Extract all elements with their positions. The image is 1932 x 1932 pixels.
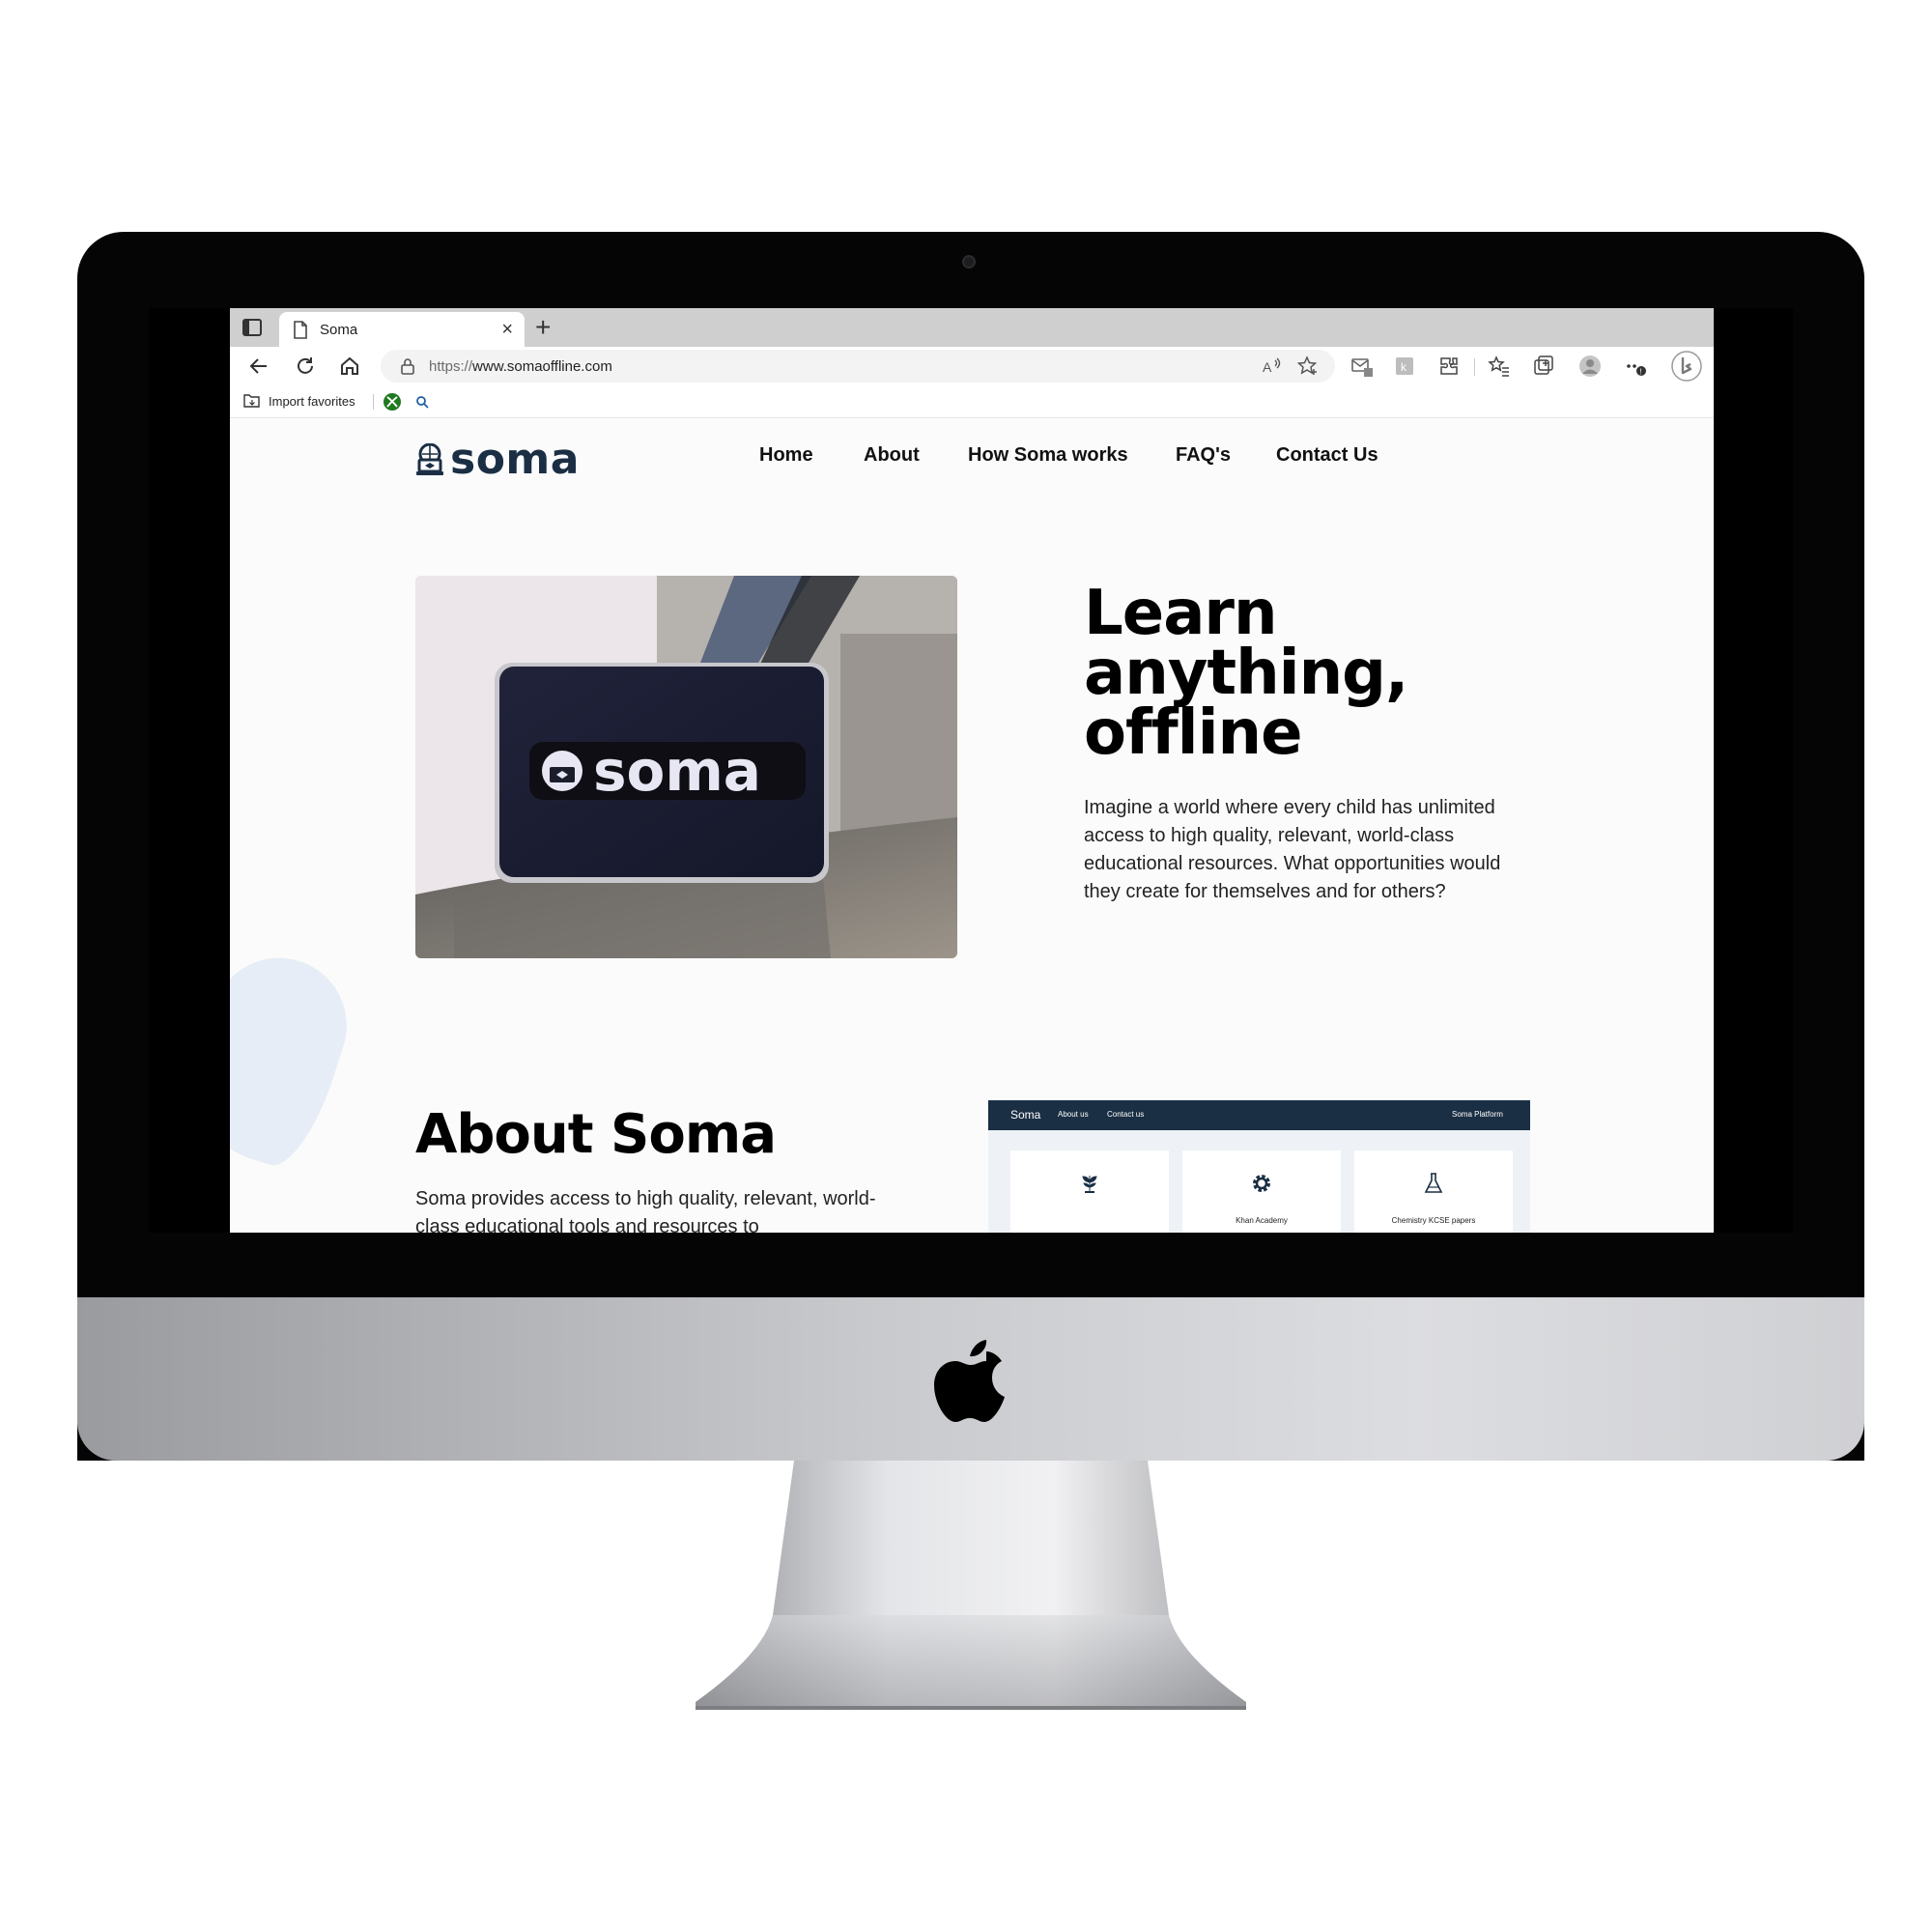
mail-extension-icon[interactable] — [1350, 355, 1374, 378]
import-favorites-link[interactable]: Import favorites — [243, 393, 355, 409]
browser-toolbar: https://www.somaoffline.com A k ! — [230, 347, 1714, 385]
xbox-icon[interactable] — [383, 392, 402, 412]
add-favorite-icon[interactable] — [1296, 355, 1320, 378]
webcam — [962, 255, 976, 269]
url-protocol: https:// — [429, 358, 473, 375]
svg-text:k: k — [1401, 360, 1407, 374]
tab-actions-icon[interactable] — [242, 318, 263, 337]
platform-preview: Soma About us Contact us Soma Platform K… — [988, 1100, 1530, 1233]
flask-icon — [1424, 1173, 1443, 1193]
nav-about[interactable]: About — [864, 444, 920, 467]
preview-link-about: About us — [1058, 1110, 1089, 1119]
preview-card: Chemistry KCSE papers — [1354, 1151, 1513, 1233]
hero-title-line: anything, — [1084, 638, 1408, 709]
hero-description: Imagine a world where every child has un… — [1084, 797, 1501, 902]
hero-title-line: Learn — [1084, 578, 1278, 649]
collections-icon[interactable] — [1532, 355, 1555, 378]
svg-text:A: A — [1263, 359, 1272, 375]
tab-bar: Soma × + — [230, 308, 1714, 347]
apple-logo-icon — [934, 1340, 1005, 1422]
extension-k-icon[interactable]: k — [1393, 355, 1416, 378]
site-logo[interactable]: soma — [415, 435, 580, 484]
decorative-blob — [230, 940, 365, 1176]
soma-logo-icon — [416, 442, 443, 475]
preview-card-label: Khan Academy — [1236, 1216, 1288, 1225]
more-menu-icon[interactable]: ! — [1625, 355, 1648, 378]
new-tab-button[interactable]: + — [535, 312, 551, 343]
soma-device-photo: soma — [415, 576, 957, 958]
home-icon[interactable] — [338, 355, 361, 378]
refresh-icon[interactable] — [294, 355, 317, 378]
favorites-separator — [373, 394, 374, 410]
mockup-stage: Soma × + https://www.somaoffline.com A k… — [0, 0, 1932, 1932]
back-arrow-icon[interactable] — [247, 355, 270, 378]
toolbar-separator — [1474, 358, 1475, 376]
website-page: soma Home About How Soma works FAQ's Con… — [230, 419, 1714, 1233]
import-folder-icon — [243, 394, 260, 408]
tab-title: Soma — [320, 322, 358, 338]
preview-link-platform: Soma Platform — [1452, 1110, 1503, 1119]
hero-photo: soma — [415, 576, 957, 958]
nav-faqs[interactable]: FAQ's — [1176, 444, 1231, 467]
about-description: Soma provides access to high quality, re… — [415, 1188, 876, 1233]
tab-soma[interactable]: Soma × — [279, 312, 525, 347]
page-icon — [294, 321, 307, 339]
search-icon[interactable] — [415, 395, 429, 409]
extensions-puzzle-icon[interactable] — [1437, 355, 1461, 378]
hero-title: Learn anything, offline — [1084, 578, 1408, 769]
preview-card-label: Chemistry KCSE papers — [1391, 1216, 1476, 1225]
lock-icon[interactable] — [400, 357, 415, 375]
gear-icon — [1253, 1175, 1270, 1192]
nav-contact-us[interactable]: Contact Us — [1276, 444, 1378, 467]
imac-stand — [696, 1461, 1246, 1710]
preview-navbar: Soma About us Contact us Soma Platform — [988, 1100, 1530, 1130]
favorites-icon[interactable] — [1488, 355, 1511, 378]
about-heading: About Soma — [415, 1103, 777, 1166]
address-bar[interactable]: https://www.somaoffline.com A — [381, 350, 1335, 383]
favorites-bar: Import favorites — [230, 385, 1714, 418]
url-text[interactable]: https://www.somaoffline.com — [429, 358, 612, 375]
preview-link-contact: Contact us — [1107, 1110, 1145, 1119]
nav-how-soma-works[interactable]: How Soma works — [968, 444, 1128, 467]
bing-chat-icon[interactable] — [1671, 351, 1702, 382]
device-logo-text: soma — [593, 738, 761, 804]
nav-home[interactable]: Home — [759, 444, 813, 467]
read-aloud-icon[interactable]: A — [1260, 355, 1283, 378]
tab-close-icon[interactable]: × — [501, 318, 513, 341]
leaf-icon — [1082, 1176, 1097, 1193]
hero-title-line: offline — [1084, 697, 1303, 769]
preview-brand: Soma — [1010, 1108, 1041, 1122]
preview-card: Khan Academy — [1182, 1151, 1341, 1233]
svg-text:!: ! — [1639, 368, 1641, 377]
url-host: www.somaoffline.com — [472, 358, 612, 375]
profile-avatar-icon[interactable] — [1578, 355, 1602, 378]
import-favorites-label: Import favorites — [269, 393, 355, 409]
browser-window: Soma × + https://www.somaoffline.com A k… — [230, 308, 1714, 1233]
logo-text: soma — [450, 435, 580, 484]
preview-card — [1010, 1151, 1169, 1233]
